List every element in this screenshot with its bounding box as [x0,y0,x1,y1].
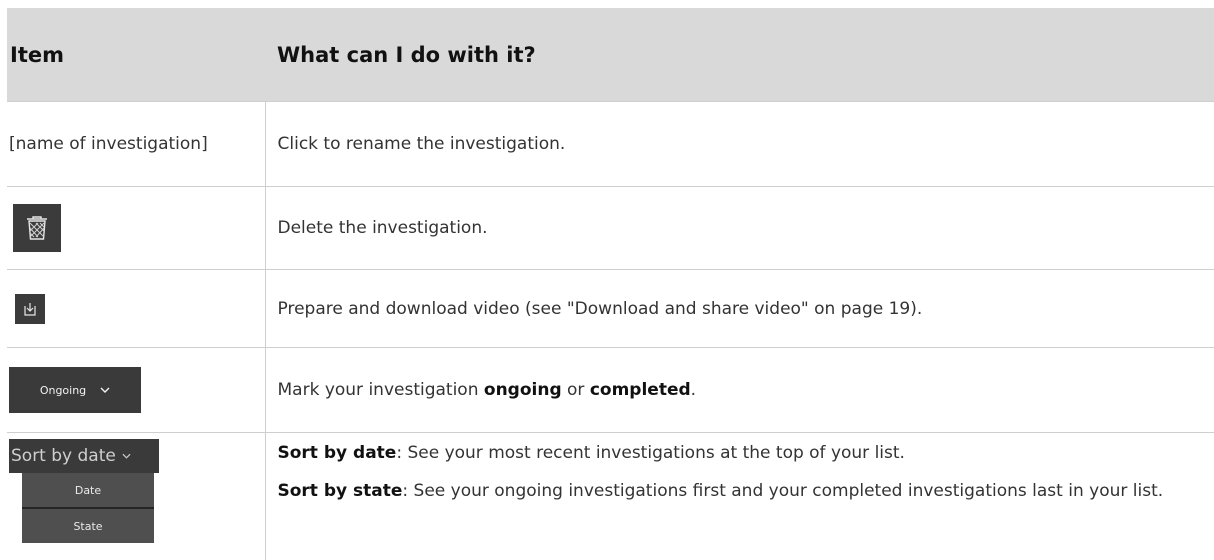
description-cell: Click to rename the investigation. [265,102,1214,187]
sort-dropdown-label: Sort by date [11,446,116,466]
description-text: . [691,380,696,400]
sort-date-description: Sort by date: See your most recent inves… [278,441,1214,465]
download-button[interactable] [15,294,45,324]
sort-date-keyword: Sort by date [278,443,397,463]
description-cell: Prepare and download video (see "Downloa… [265,270,1214,348]
description-cell: Delete the investigation. [265,187,1214,270]
sort-state-keyword: Sort by state [278,481,403,501]
description-text: or [562,380,590,400]
item-cell [7,270,265,348]
header-item: Item [7,8,265,102]
item-cell [7,187,265,270]
chevron-down-icon [100,387,110,393]
description-text: : See your ongoing investigations first … [402,481,1163,501]
sort-state-description: Sort by state: See your ongoing investig… [278,479,1214,503]
table-row: Ongoing Mark your investigation ongoing … [7,348,1214,433]
table-row: Sort by date Date State Sort by date: Se… [7,433,1214,560]
state-dropdown-label: Ongoing [40,384,86,397]
download-icon [22,301,38,317]
description-cell: Mark your investigation ongoing or compl… [265,348,1214,433]
table-row: Delete the investigation. [7,187,1214,270]
table-row: Prepare and download video (see "Downloa… [7,270,1214,348]
item-cell: [name of investigation] [7,102,265,187]
sort-option-date[interactable]: Date [22,473,154,509]
chevron-down-icon [122,453,131,459]
description-text: Mark your investigation [278,380,484,400]
header-description: What can I do with it? [265,8,1214,102]
delete-button[interactable] [13,204,61,252]
ongoing-keyword: ongoing [484,380,562,400]
sort-option-state[interactable]: State [22,509,154,543]
state-dropdown[interactable]: Ongoing [9,367,141,413]
investigation-name-label: [name of investigation] [9,133,209,155]
sort-dropdown-header[interactable]: Sort by date [9,439,159,473]
description-cell: Sort by date: See your most recent inves… [265,433,1214,560]
completed-keyword: completed [590,380,691,400]
item-cell: Ongoing [7,348,265,433]
table-row: [name of investigation] Click to rename … [7,102,1214,187]
table-header-row: Item What can I do with it? [7,8,1214,102]
help-table: Item What can I do with it? [name of inv… [7,8,1214,560]
item-cell: Sort by date Date State [7,433,265,560]
description-text: : See your most recent investigations at… [396,443,905,463]
trash-icon [25,215,49,241]
help-table-container: Item What can I do with it? [name of inv… [7,8,1214,560]
sort-dropdown[interactable]: Sort by date Date State [9,439,159,543]
